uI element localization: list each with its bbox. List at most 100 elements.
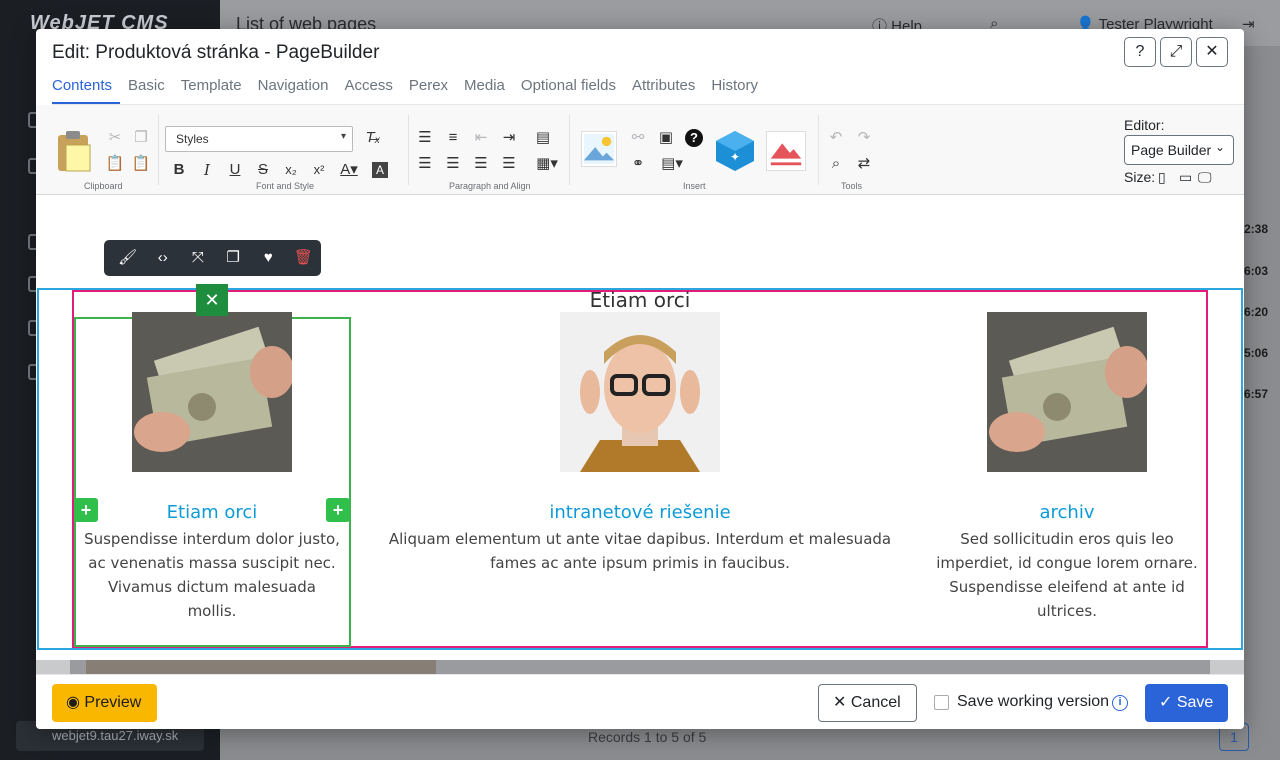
tab-access[interactable]: Access xyxy=(337,77,401,104)
records-info: Records 1 to 5 of 5 xyxy=(588,729,707,745)
outdent-icon[interactable]: ⇤ xyxy=(470,127,492,149)
logout-icon[interactable]: ⇥ xyxy=(1242,15,1255,33)
editor-label: Editor: xyxy=(1124,117,1165,133)
font-awesome-icon[interactable]: ▣ xyxy=(655,127,677,149)
bulleted-list-icon[interactable]: ☰ xyxy=(414,127,436,149)
card: intranetové riešenie Aliquam elementum u… xyxy=(372,312,908,575)
toolbar-separator xyxy=(408,115,409,185)
editor-select[interactable]: Page Builder ⌄ xyxy=(1124,135,1234,165)
apps-cube-icon[interactable]: ✦ xyxy=(714,129,756,173)
justify-icon[interactable]: ☰ xyxy=(498,153,520,175)
time-cell: 6:03 xyxy=(1244,264,1269,278)
group-label-tools: Tools xyxy=(841,181,863,191)
preview-label: Preview xyxy=(84,694,142,711)
card-title: archiv xyxy=(1039,502,1095,523)
move-icon[interactable]: ⤧ xyxy=(180,240,215,276)
group-label-clipboard: Clipboard xyxy=(84,181,123,191)
tablet-size-icon[interactable]: ▭ xyxy=(1179,169,1192,186)
group-label-font-style: Font and Style xyxy=(256,181,315,191)
time-cell: 5:06 xyxy=(1244,346,1269,360)
help-insert-icon[interactable]: ? xyxy=(685,129,703,147)
italic-icon[interactable]: I xyxy=(196,159,218,181)
tab-media[interactable]: Media xyxy=(456,77,513,104)
copy-icon[interactable]: ❐ xyxy=(130,127,152,149)
link-icon[interactable]: ⚭ xyxy=(627,153,649,175)
chevron-down-icon: ⌄ xyxy=(1214,140,1225,154)
time-cell: 6:20 xyxy=(1244,305,1269,319)
plus-icon: + xyxy=(80,500,92,520)
subscript-icon[interactable]: x₂ xyxy=(280,159,302,181)
unlink-icon[interactable]: ⚯ xyxy=(627,127,649,149)
working-version-checkbox[interactable] xyxy=(934,695,949,710)
code-icon[interactable]: ‹› xyxy=(145,240,180,276)
styles-dropdown[interactable]: Styles ▾ xyxy=(165,126,353,152)
info-icon[interactable]: i xyxy=(1112,695,1128,711)
horizontal-scrollbar[interactable] xyxy=(36,660,1244,674)
underline-icon[interactable]: U xyxy=(224,159,246,181)
align-right-icon[interactable]: ☰ xyxy=(470,153,492,175)
preview-button[interactable]: ◉ Preview xyxy=(52,684,157,722)
save-button[interactable]: ✓ Save xyxy=(1145,684,1228,722)
replace-icon[interactable]: ⇄ xyxy=(853,153,875,175)
form-icon[interactable]: ▤▾ xyxy=(657,153,687,175)
close-button[interactable]: ✕ xyxy=(1196,37,1228,67)
phone-size-icon[interactable]: ▯ xyxy=(1158,169,1166,186)
money-photo xyxy=(987,312,1147,472)
working-version-label[interactable]: Save working version xyxy=(957,693,1109,711)
tab-history[interactable]: History xyxy=(703,77,766,104)
clear-format-icon[interactable]: T̶ₓ xyxy=(362,127,384,149)
toolbar-separator xyxy=(569,115,570,185)
group-label-paragraph: Paragraph and Align xyxy=(449,181,531,191)
find-icon[interactable]: ⌕ xyxy=(825,153,847,175)
trash-icon[interactable]: 🗑 xyxy=(286,240,321,276)
background-color-icon[interactable]: A xyxy=(372,162,388,178)
text-color-icon[interactable]: A▾ xyxy=(338,159,360,181)
card-title: Etiam orci xyxy=(166,502,258,523)
dialog-tabs: Contents Basic Template Navigation Acces… xyxy=(52,77,766,104)
tab-attributes[interactable]: Attributes xyxy=(624,77,703,104)
add-column-left-button[interactable]: + xyxy=(74,498,98,522)
align-left-icon[interactable]: ☰ xyxy=(414,153,436,175)
undo-icon[interactable]: ↶ xyxy=(825,127,847,149)
tab-perex[interactable]: Perex xyxy=(401,77,456,104)
image-icon[interactable] xyxy=(581,131,617,167)
pagebuilder-canvas: 🖌 ‹› ⤧ ❐ ♥ 🗑 Etiam orci Etiam orci Suspe… xyxy=(36,196,1244,674)
bold-icon[interactable]: B xyxy=(168,159,190,181)
cancel-label: Cancel xyxy=(850,694,901,711)
strikethrough-icon[interactable]: S xyxy=(252,159,274,181)
paste-word-icon[interactable]: 📋 xyxy=(130,153,152,175)
tab-navigation[interactable]: Navigation xyxy=(250,77,337,104)
card-text: Aliquam elementum ut ante vitae dapibus.… xyxy=(388,530,892,572)
remove-column-button[interactable]: ✕ xyxy=(196,284,228,316)
align-center-icon[interactable]: ☰ xyxy=(442,153,464,175)
block-toolbar: 🖌 ‹› ⤧ ❐ ♥ 🗑 xyxy=(104,240,321,276)
numbered-list-icon[interactable]: ≡ xyxy=(442,127,464,149)
close-icon: ✕ xyxy=(204,290,220,310)
brush-icon[interactable]: 🖌 xyxy=(110,240,145,276)
superscript-icon[interactable]: x² xyxy=(308,159,330,181)
paste-icon[interactable] xyxy=(56,129,92,173)
card-text: Suspendisse interdum dolor justo, ac ven… xyxy=(84,530,340,620)
tab-optional-fields[interactable]: Optional fields xyxy=(513,77,624,104)
cut-icon[interactable]: ✂ xyxy=(104,127,126,149)
cancel-button[interactable]: ✕ Cancel xyxy=(818,684,917,722)
group-label-insert: Insert xyxy=(683,181,706,191)
duplicate-icon[interactable]: ❐ xyxy=(216,240,251,276)
desktop-size-icon[interactable]: 🖵 xyxy=(1198,169,1212,186)
favorite-icon[interactable]: ♥ xyxy=(251,240,286,276)
banner-icon[interactable] xyxy=(766,131,806,171)
help-button[interactable]: ? xyxy=(1124,37,1156,67)
redo-icon[interactable]: ↷ xyxy=(853,127,875,149)
tab-template[interactable]: Template xyxy=(173,77,250,104)
block-icon[interactable]: ▤ xyxy=(532,127,554,149)
maximize-button[interactable]: ⤢ xyxy=(1160,37,1192,67)
indent-icon[interactable]: ⇥ xyxy=(498,127,520,149)
close-icon: ✕ xyxy=(1205,43,1219,60)
table-icon[interactable]: ▦▾ xyxy=(532,153,562,175)
tab-contents[interactable]: Contents xyxy=(52,77,121,104)
tab-basic[interactable]: Basic xyxy=(120,77,173,104)
paste-text-icon[interactable]: 📋 xyxy=(104,153,126,175)
add-column-right-button[interactable]: + xyxy=(326,498,350,522)
save-label: Save xyxy=(1176,694,1214,711)
question-icon: ? xyxy=(1135,43,1145,60)
